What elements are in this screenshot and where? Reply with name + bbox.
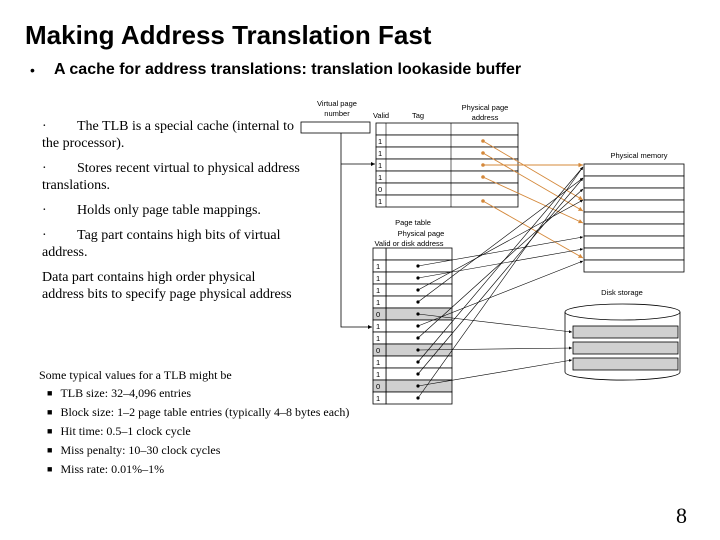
vpn-label: number <box>324 109 350 118</box>
disk-page <box>572 341 679 355</box>
physical-memory-label: Physical memory <box>610 151 667 160</box>
memory-page <box>583 163 685 177</box>
tag-header: Tag <box>412 111 424 120</box>
memory-page <box>583 211 685 225</box>
page-table-valid-bit: 1 <box>376 370 380 379</box>
page-table-col-label: Valid or disk address <box>374 239 443 248</box>
memory-page <box>583 259 685 273</box>
page-table-entry <box>385 247 453 261</box>
tlb-valid-bit: 1 <box>378 161 382 170</box>
tlb-valid-bit: 1 <box>378 137 382 146</box>
tlb-row <box>375 170 519 184</box>
slide: Making Address Translation Fast • A cach… <box>0 0 720 540</box>
disk-storage-label: Disk storage <box>601 288 643 297</box>
vpn-to-page-table-arrow <box>340 133 372 329</box>
tlb-valid-bit: 1 <box>378 149 382 158</box>
valid-header: Valid <box>373 111 389 120</box>
vpn-label: Virtual page <box>317 99 357 108</box>
tlb-valid-bit: 1 <box>378 197 382 206</box>
page-table-col-label: Physical page <box>398 229 445 238</box>
page-table-valid-bit: 1 <box>376 298 380 307</box>
page-table-valid-bit: 0 <box>376 346 380 355</box>
vpn-box <box>300 121 371 134</box>
tlb-to-memory-arrow <box>482 200 584 259</box>
memory-page <box>583 187 685 201</box>
tlb-row <box>375 182 519 196</box>
page-number: 8 <box>676 503 687 528</box>
memory-page <box>583 175 685 189</box>
page-table-valid-bit: 0 <box>376 382 380 391</box>
tlb-row <box>375 134 519 148</box>
page-table-valid-bit: 1 <box>376 286 380 295</box>
page-table-valid-bit: 1 <box>376 322 380 331</box>
memory-page <box>583 223 685 237</box>
memory-page <box>583 199 685 213</box>
tlb-diagram: Virtual page number Valid Tag Physical p… <box>300 99 685 405</box>
tlb-row <box>375 194 519 208</box>
page-table-valid-bit: 1 <box>376 334 380 343</box>
disk-top <box>564 303 681 321</box>
ppa-header: address <box>472 113 499 122</box>
disk-page <box>572 357 679 371</box>
ppa-header: Physical page <box>462 103 509 112</box>
disk-page <box>572 325 679 339</box>
page-table-valid-bit: 1 <box>376 262 380 271</box>
page-table-valid-cell <box>372 247 387 261</box>
tlb-valid-bit: 0 <box>378 185 382 194</box>
memory-page <box>583 235 685 249</box>
memory-page <box>583 247 685 261</box>
tlb-valid-bit: 1 <box>378 173 382 182</box>
page-table-valid-bit: 1 <box>376 358 380 367</box>
page-table-valid-bit: 0 <box>376 310 380 319</box>
page-table-valid-bit: 1 <box>376 394 380 403</box>
tlb-row <box>375 122 519 136</box>
page-table-valid-bit: 1 <box>376 274 380 283</box>
page-table-label: Page table <box>395 218 431 227</box>
